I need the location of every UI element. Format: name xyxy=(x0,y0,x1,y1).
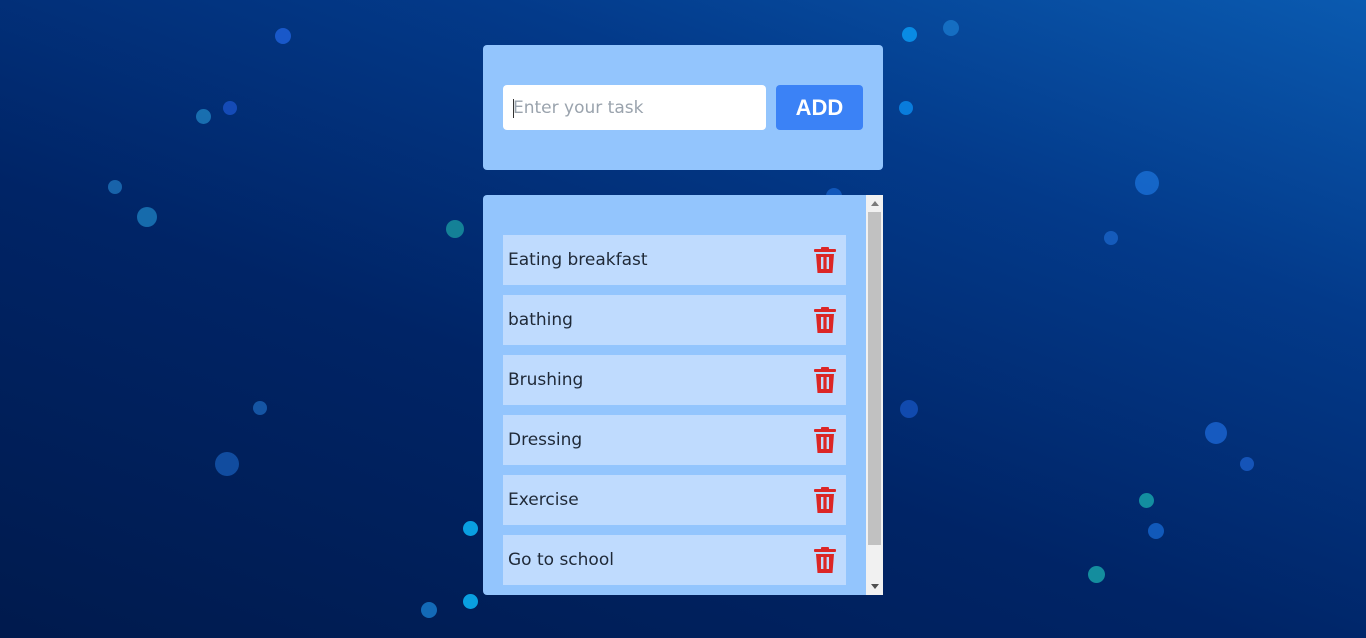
task-input[interactable] xyxy=(503,85,766,130)
trash-icon[interactable] xyxy=(814,307,836,333)
list-item: bathing xyxy=(503,295,846,345)
task-list: Eating breakfast bathing Brushing Dressi… xyxy=(503,235,846,595)
list-item: Exercise xyxy=(503,475,846,525)
trash-icon[interactable] xyxy=(814,487,836,513)
trash-icon[interactable] xyxy=(814,247,836,273)
task-label: Brushing xyxy=(508,370,584,390)
task-label: Eating breakfast xyxy=(508,250,648,270)
scroll-up-arrow-icon[interactable] xyxy=(866,195,883,212)
trash-icon[interactable] xyxy=(814,367,836,393)
list-item: Eating breakfast xyxy=(503,235,846,285)
list-item: Brushing xyxy=(503,355,846,405)
trash-icon[interactable] xyxy=(814,427,836,453)
scrollbar-thumb[interactable] xyxy=(868,212,881,545)
task-list-panel: Eating breakfast bathing Brushing Dressi… xyxy=(483,195,883,595)
task-label: Exercise xyxy=(508,490,579,510)
task-label: bathing xyxy=(508,310,573,330)
task-label: Go to school xyxy=(508,550,614,570)
list-item: Go to school xyxy=(503,535,846,585)
task-label: Dressing xyxy=(508,430,583,450)
trash-icon[interactable] xyxy=(814,547,836,573)
list-item: Dressing xyxy=(503,415,846,465)
text-cursor xyxy=(513,99,514,118)
add-button[interactable]: ADD xyxy=(776,85,863,130)
list-scrollbar[interactable] xyxy=(866,195,883,595)
scroll-down-arrow-icon[interactable] xyxy=(866,578,883,595)
task-input-panel: ADD xyxy=(483,45,883,170)
